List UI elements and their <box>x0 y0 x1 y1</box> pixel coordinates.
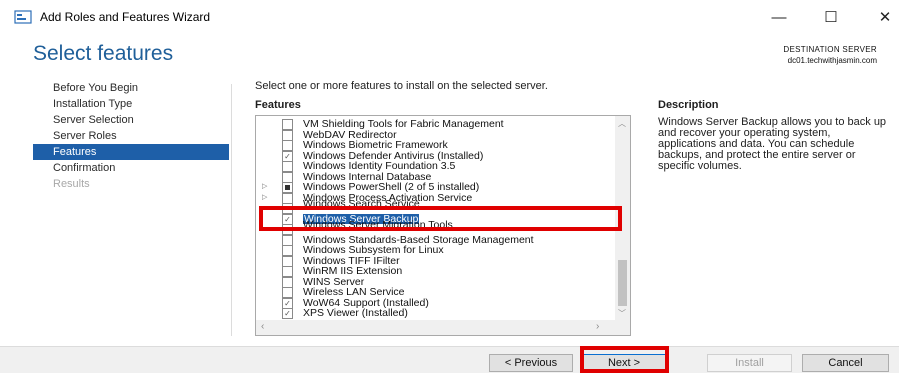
minimize-button[interactable]: — <box>756 4 802 30</box>
feature-row[interactable]: Windows Identity Foundation 3.5 <box>256 161 613 172</box>
feature-label: Windows Subsystem for Linux <box>303 244 444 256</box>
feature-checkbox[interactable] <box>282 255 293 267</box>
feature-checkbox[interactable] <box>282 192 293 204</box>
feature-label: Wireless LAN Service <box>303 286 405 298</box>
scroll-right-icon[interactable]: › <box>596 321 599 332</box>
feature-row[interactable]: ▷ Windows PowerShell (2 of 5 installed) <box>256 182 613 193</box>
page-title: Select features <box>33 42 174 65</box>
feature-row[interactable]: WinRM IIS Extension <box>256 266 613 277</box>
annotation-highlight-box <box>259 206 622 231</box>
scroll-thumb[interactable] <box>618 260 627 306</box>
nav-item-server-selection[interactable]: Server Selection <box>33 112 229 128</box>
feature-label: XPS Viewer (Installed) <box>303 307 408 319</box>
description-heading: Description <box>658 99 719 111</box>
feature-label: WinRM IIS Extension <box>303 265 403 277</box>
wizard-nav: Before You Begin Installation Type Server … <box>33 80 229 192</box>
features-heading: Features <box>255 99 301 111</box>
nav-divider <box>231 84 232 336</box>
feature-row[interactable]: Windows Subsystem for Linux <box>256 245 613 256</box>
feature-checkbox[interactable]: ✓ <box>282 150 293 162</box>
nav-item-installation-type[interactable]: Installation Type <box>33 96 229 112</box>
destination-server-name: dc01.techwithjasmin.com <box>787 56 877 65</box>
feature-checkbox[interactable] <box>282 234 293 246</box>
cancel-button[interactable]: Cancel <box>802 354 889 372</box>
nav-item-results: Results <box>53 178 90 190</box>
feature-checkbox[interactable] <box>282 171 293 183</box>
feature-checkbox[interactable]: ✓ <box>282 308 293 319</box>
description-text: Windows Server Backup allows you to back… <box>658 116 887 172</box>
expand-arrow-icon[interactable]: ▷ <box>262 182 267 193</box>
feature-label: VM Shielding Tools for Fabric Management <box>303 118 504 130</box>
install-button: Install <box>707 354 792 372</box>
feature-label: Windows Identity Foundation 3.5 <box>303 160 456 172</box>
scroll-down-icon[interactable]: ﹀ <box>618 308 626 319</box>
maximize-button[interactable]: ☐ <box>808 4 854 30</box>
feature-checkbox[interactable]: ✓ <box>282 297 293 309</box>
feature-checkbox[interactable] <box>282 129 293 141</box>
expand-arrow-icon[interactable]: ▷ <box>262 193 267 204</box>
feature-label: Windows PowerShell (2 of 5 installed) <box>303 181 480 193</box>
server-manager-icon <box>14 10 32 24</box>
feature-row[interactable]: Wireless LAN Service <box>256 287 613 298</box>
nav-item-server-roles[interactable]: Server Roles <box>33 128 229 144</box>
annotation-highlight-next <box>580 346 669 373</box>
scroll-left-icon[interactable]: ‹ <box>261 321 264 332</box>
feature-checkbox[interactable] <box>282 119 293 130</box>
scroll-up-icon[interactable]: ︿ <box>618 118 626 129</box>
close-button[interactable]: ✕ <box>862 4 899 30</box>
feature-checkbox[interactable] <box>282 140 293 151</box>
title-bar: Add Roles and Features Wizard — ☐ ✕ <box>0 0 899 34</box>
instructions-text: Select one or more features to install o… <box>255 80 548 92</box>
window-title: Add Roles and Features Wizard <box>40 10 211 24</box>
nav-item-before-you-begin[interactable]: Before You Begin <box>33 80 229 96</box>
feature-checkbox[interactable] <box>282 182 293 193</box>
feature-row[interactable]: VM Shielding Tools for Fabric Management <box>256 119 613 130</box>
feature-checkbox[interactable] <box>282 276 293 288</box>
destination-server-label: DESTINATION SERVER <box>783 45 877 54</box>
feature-checkbox[interactable] <box>282 245 293 256</box>
feature-checkbox[interactable] <box>282 161 293 172</box>
feature-row[interactable]: ✓ XPS Viewer (Installed) <box>256 308 613 319</box>
nav-item-confirmation[interactable]: Confirmation <box>33 160 229 176</box>
previous-button[interactable]: < Previous <box>489 354 573 372</box>
horizontal-scrollbar[interactable]: ‹ › <box>256 320 630 335</box>
destination-server-info: DESTINATION SERVER dc01.techwithjasmin.c… <box>783 44 877 66</box>
feature-row[interactable]: Windows Biometric Framework <box>256 140 613 151</box>
feature-checkbox[interactable] <box>282 266 293 277</box>
feature-label: Windows Biometric Framework <box>303 139 448 151</box>
nav-item-features[interactable]: Features <box>33 144 229 160</box>
feature-checkbox[interactable] <box>282 287 293 298</box>
